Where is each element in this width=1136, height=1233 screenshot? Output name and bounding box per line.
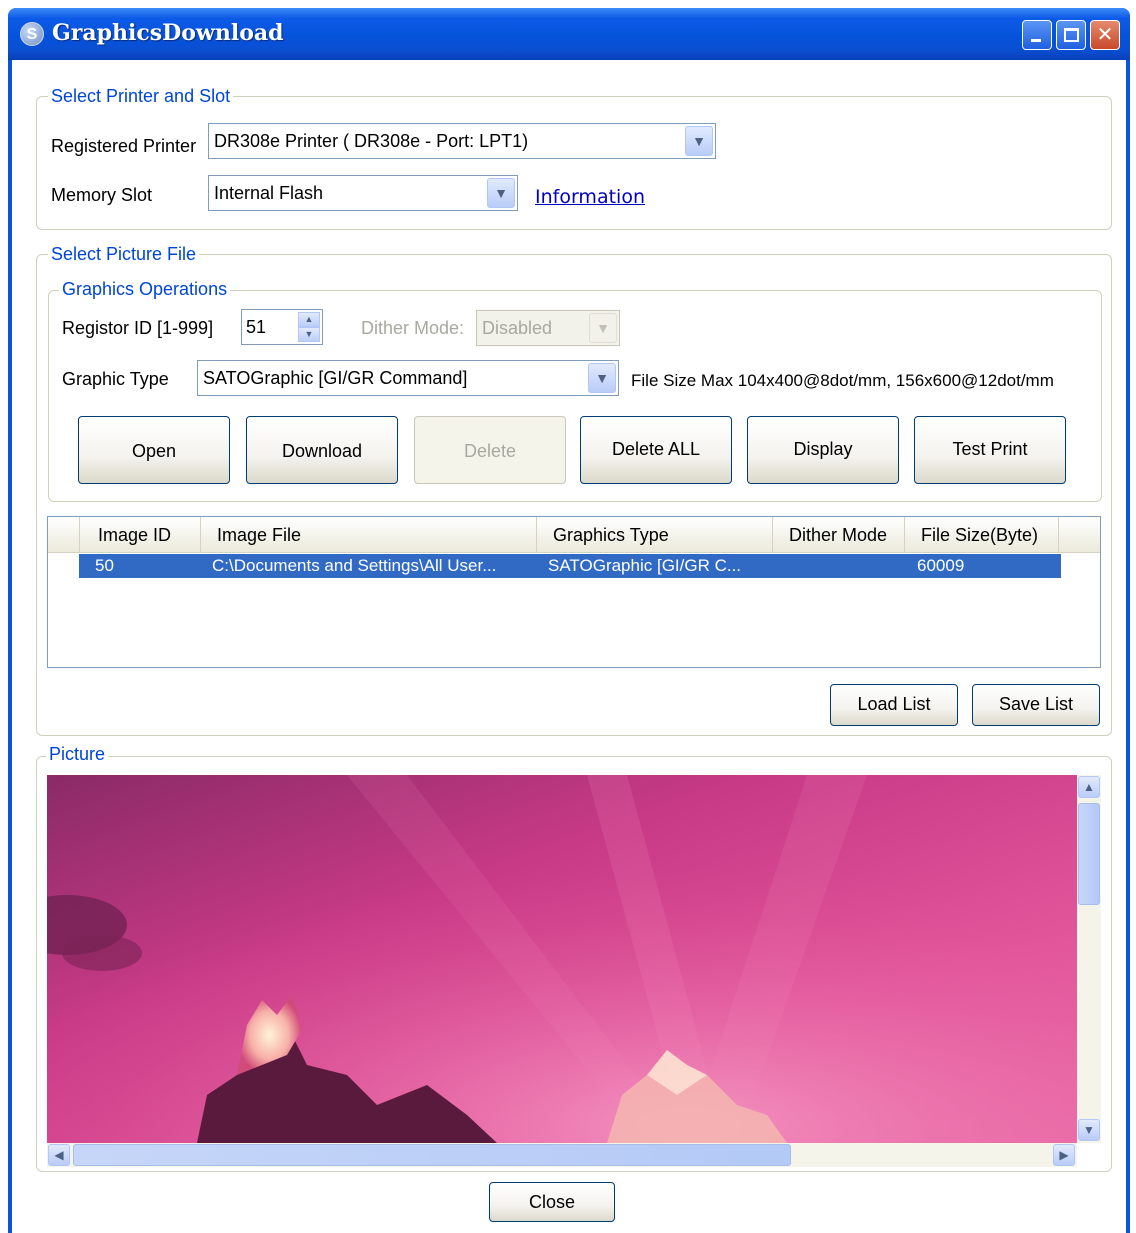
delete-all-button-label: Delete ALL: [611, 439, 701, 459]
minimize-button[interactable]: [1022, 20, 1052, 50]
graphic-type-value: SATOGraphic [GI/GR Command]: [203, 368, 468, 388]
close-button-label: Close: [528, 1192, 576, 1212]
dialog-client-area: Select Printer and Slot Registered Print…: [12, 60, 1126, 1233]
column-dither-mode[interactable]: Dither Mode: [773, 517, 905, 553]
dither-mode-select: Disabled ▼: [476, 310, 620, 346]
file-size-note: File Size Max 104x400@8dot/mm, 156x600@1…: [631, 371, 1054, 390]
table-row[interactable]: 50 C:\Documents and Settings\All User...…: [79, 554, 1061, 578]
scroll-up-icon[interactable]: ▲: [1078, 776, 1100, 798]
registor-id-value: 51: [246, 317, 267, 337]
save-list-button[interactable]: Save List: [972, 684, 1100, 726]
table-header: Image ID Image File Graphics Type Dither…: [48, 517, 1100, 553]
display-button-label: Display: [793, 439, 853, 459]
registered-printer-select[interactable]: DR308e Printer ( DR308e - Port: LPT1) ▼: [208, 123, 716, 159]
save-list-label: Save List: [998, 694, 1074, 714]
registered-printer-label: Registered Printer: [51, 136, 197, 156]
open-button[interactable]: Open: [78, 416, 230, 484]
cell-file-size: 60009: [917, 556, 965, 575]
cell-graphics-type: SATOGraphic [GI/GR C...: [548, 556, 742, 575]
download-button-label: Download: [281, 441, 363, 461]
dither-mode-label: Dither Mode:: [361, 318, 465, 338]
column-graphics-type[interactable]: Graphics Type: [537, 517, 773, 553]
scroll-right-icon[interactable]: ▶: [1053, 1144, 1075, 1166]
chevron-down-icon[interactable]: ▼: [685, 126, 713, 156]
picture-vertical-scrollbar[interactable]: ▲ ▼: [1077, 775, 1101, 1143]
sunset-sky-image: [47, 775, 1077, 1143]
close-icon: ✕: [1096, 24, 1114, 46]
picture-file-legend: Select Picture File: [48, 244, 200, 264]
picture-horizontal-scrollbar[interactable]: ◀ ▶: [47, 1143, 1077, 1167]
close-button[interactable]: Close: [489, 1182, 615, 1222]
chevron-down-icon[interactable]: ▼: [487, 178, 515, 208]
cell-image-file: C:\Documents and Settings\All User...: [212, 556, 497, 575]
scroll-down-icon[interactable]: ▼: [1078, 1119, 1100, 1141]
graphic-type-select[interactable]: SATOGraphic [GI/GR Command] ▼: [197, 360, 619, 396]
test-print-button-label: Test Print: [952, 439, 1028, 459]
vertical-scroll-thumb[interactable]: [1078, 803, 1100, 905]
close-window-button[interactable]: ✕: [1090, 20, 1120, 50]
printer-slot-group: [36, 96, 1112, 230]
display-button[interactable]: Display: [747, 416, 899, 484]
chevron-down-icon[interactable]: ▼: [588, 363, 616, 393]
registor-id-stepper[interactable]: 51 ▲ ▼: [241, 309, 323, 345]
column-file-size[interactable]: File Size(Byte): [905, 517, 1059, 553]
scroll-left-icon[interactable]: ◀: [48, 1144, 70, 1166]
column-image-file[interactable]: Image File: [201, 517, 537, 553]
picture-preview[interactable]: [47, 775, 1077, 1143]
minimize-icon: [1031, 39, 1041, 42]
maximize-button[interactable]: [1056, 20, 1086, 50]
delete-button: Delete: [414, 416, 566, 484]
load-list-label: Load List: [857, 694, 931, 714]
horizontal-scroll-thumb[interactable]: [73, 1144, 791, 1166]
app-icon[interactable]: S: [20, 22, 44, 46]
maximize-icon: [1064, 28, 1079, 42]
image-list-table[interactable]: Image ID Image File Graphics Type Dither…: [47, 516, 1101, 668]
chevron-down-icon: ▼: [589, 313, 617, 343]
graphic-type-label: Graphic Type: [62, 369, 169, 389]
registor-id-label: Registor ID [1-999]: [62, 318, 214, 338]
memory-slot-value: Internal Flash: [214, 183, 324, 203]
graphics-operations-legend: Graphics Operations: [59, 279, 231, 299]
printer-slot-legend: Select Printer and Slot: [48, 86, 234, 106]
column-image-id[interactable]: Image ID: [80, 517, 201, 553]
information-link[interactable]: Information: [535, 186, 645, 208]
load-list-button[interactable]: Load List: [830, 684, 958, 726]
table-header-spacer: [48, 517, 80, 553]
delete-button-label: Delete: [463, 441, 517, 461]
registered-printer-value: DR308e Printer ( DR308e - Port: LPT1): [214, 131, 529, 151]
picture-legend: Picture: [46, 744, 109, 764]
memory-slot-label: Memory Slot: [51, 185, 153, 205]
delete-all-button[interactable]: Delete ALL: [580, 416, 732, 484]
test-print-button[interactable]: Test Print: [914, 416, 1066, 484]
title-bar[interactable]: S GraphicsDownload ✕: [8, 8, 1130, 60]
app-window: S GraphicsDownload ✕ Select Printer and …: [8, 8, 1130, 1233]
open-button-label: Open: [131, 441, 177, 461]
download-button[interactable]: Download: [246, 416, 398, 484]
spin-up-icon[interactable]: ▲: [298, 312, 320, 327]
memory-slot-select[interactable]: Internal Flash ▼: [208, 175, 518, 211]
dither-mode-value: Disabled: [482, 318, 553, 338]
window-title: GraphicsDownload: [52, 20, 284, 46]
cell-image-id: 50: [95, 556, 114, 575]
spin-down-icon[interactable]: ▼: [298, 327, 320, 342]
